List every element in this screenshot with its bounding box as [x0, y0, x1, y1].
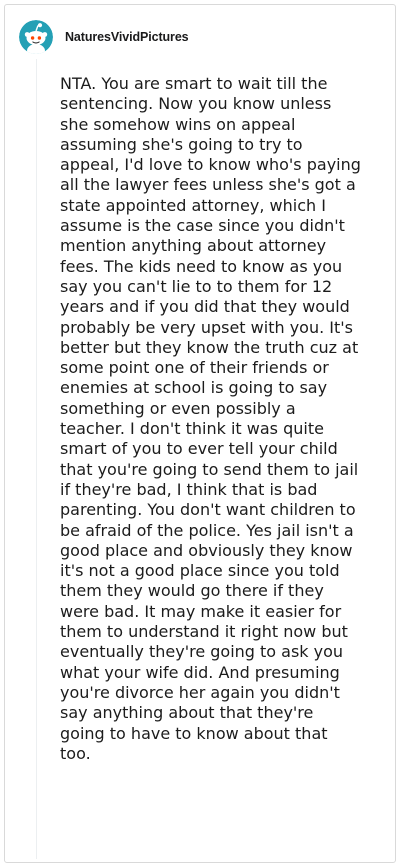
comment-username[interactable]: NaturesVividPictures [65, 30, 189, 44]
comment-header: NaturesVividPictures [19, 19, 189, 55]
comment-body: NTA. You are smart to wait till the sent… [60, 74, 361, 763]
thread-line[interactable] [36, 59, 37, 859]
snoo-avatar-icon[interactable] [19, 20, 53, 54]
